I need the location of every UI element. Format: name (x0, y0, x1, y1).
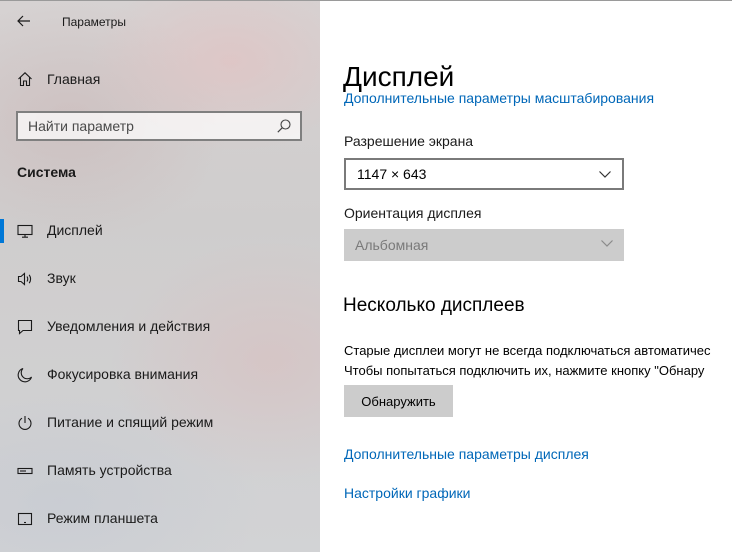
section-heading: Система (17, 164, 76, 180)
app-title: Параметры (62, 15, 126, 29)
monitor-icon (17, 223, 33, 239)
scaling-settings-link-text: Дополнительные параметры масштабирования (344, 93, 655, 106)
sidebar-item-notifications[interactable]: Уведомления и действия (0, 303, 320, 351)
resolution-dropdown[interactable]: 1147 × 643 (344, 158, 624, 190)
scaling-settings-link[interactable]: Дополнительные параметры масштабирования (344, 93, 654, 108)
search-input[interactable] (18, 113, 270, 139)
sidebar-item-sound[interactable]: Звук (0, 255, 320, 303)
sidebar-item-label: Главная (47, 71, 101, 87)
sidebar-item-label: Звук (47, 270, 76, 286)
resolution-value: 1147 × 643 (357, 166, 427, 182)
arrow-left-icon (17, 15, 30, 27)
detect-button[interactable]: Обнаружить (344, 385, 453, 417)
search-icon[interactable] (276, 118, 292, 134)
settings-window: Параметры Главная Система (0, 0, 732, 552)
sidebar-nav: Дисплей Звук Уведомления и действия Фоку… (0, 207, 320, 543)
advanced-display-settings-link[interactable]: Дополнительные параметры дисплея (344, 446, 589, 462)
description-line-2: Чтобы попытаться подключить их, нажмите … (344, 363, 705, 378)
sidebar-item-label: Память устройства (47, 462, 172, 478)
sidebar-item-label: Дисплей (47, 222, 103, 238)
orientation-label: Ориентация дисплея (344, 205, 482, 221)
multiple-displays-heading: Несколько дисплеев (343, 295, 525, 316)
chevron-down-icon (601, 240, 613, 247)
sidebar-item-home[interactable]: Главная (0, 65, 320, 93)
sidebar: Параметры Главная Система (0, 1, 320, 552)
power-icon (17, 415, 33, 431)
multiple-displays-description: Старые дисплеи могут не всегда подключат… (344, 341, 732, 381)
description-line-1: Старые дисплеи могут не всегда подключат… (344, 343, 711, 358)
page-title: Дисплей (343, 61, 455, 92)
sidebar-item-power-sleep[interactable]: Питание и спящий режим (0, 399, 320, 447)
sidebar-item-label: Питание и спящий режим (47, 414, 214, 430)
resolution-label: Разрешение экрана (344, 133, 474, 149)
sidebar-item-focus-assist[interactable]: Фокусировка внимания (0, 351, 320, 399)
storage-icon (17, 463, 33, 479)
sidebar-item-label: Фокусировка внимания (47, 366, 199, 382)
orientation-value: Альбомная (355, 237, 429, 253)
notification-icon (17, 319, 33, 335)
chevron-down-icon (599, 171, 611, 178)
sidebar-item-label: Режим планшета (47, 510, 158, 526)
home-icon (17, 71, 33, 87)
sidebar-item-storage[interactable]: Память устройства (0, 447, 320, 495)
moon-icon (17, 367, 33, 383)
speaker-icon (17, 271, 33, 287)
search-box[interactable] (16, 111, 302, 141)
sidebar-item-display[interactable]: Дисплей (0, 207, 320, 255)
sidebar-item-label: Уведомления и действия (47, 318, 211, 334)
main-content: Дисплей Дополнительные параметры масштаб… (320, 1, 732, 552)
sidebar-item-tablet-mode[interactable]: Режим планшета (0, 495, 320, 543)
tablet-icon (17, 511, 33, 527)
graphics-settings-link[interactable]: Настройки графики (344, 485, 471, 501)
back-button[interactable] (10, 9, 38, 33)
orientation-dropdown: Альбомная (344, 229, 624, 261)
